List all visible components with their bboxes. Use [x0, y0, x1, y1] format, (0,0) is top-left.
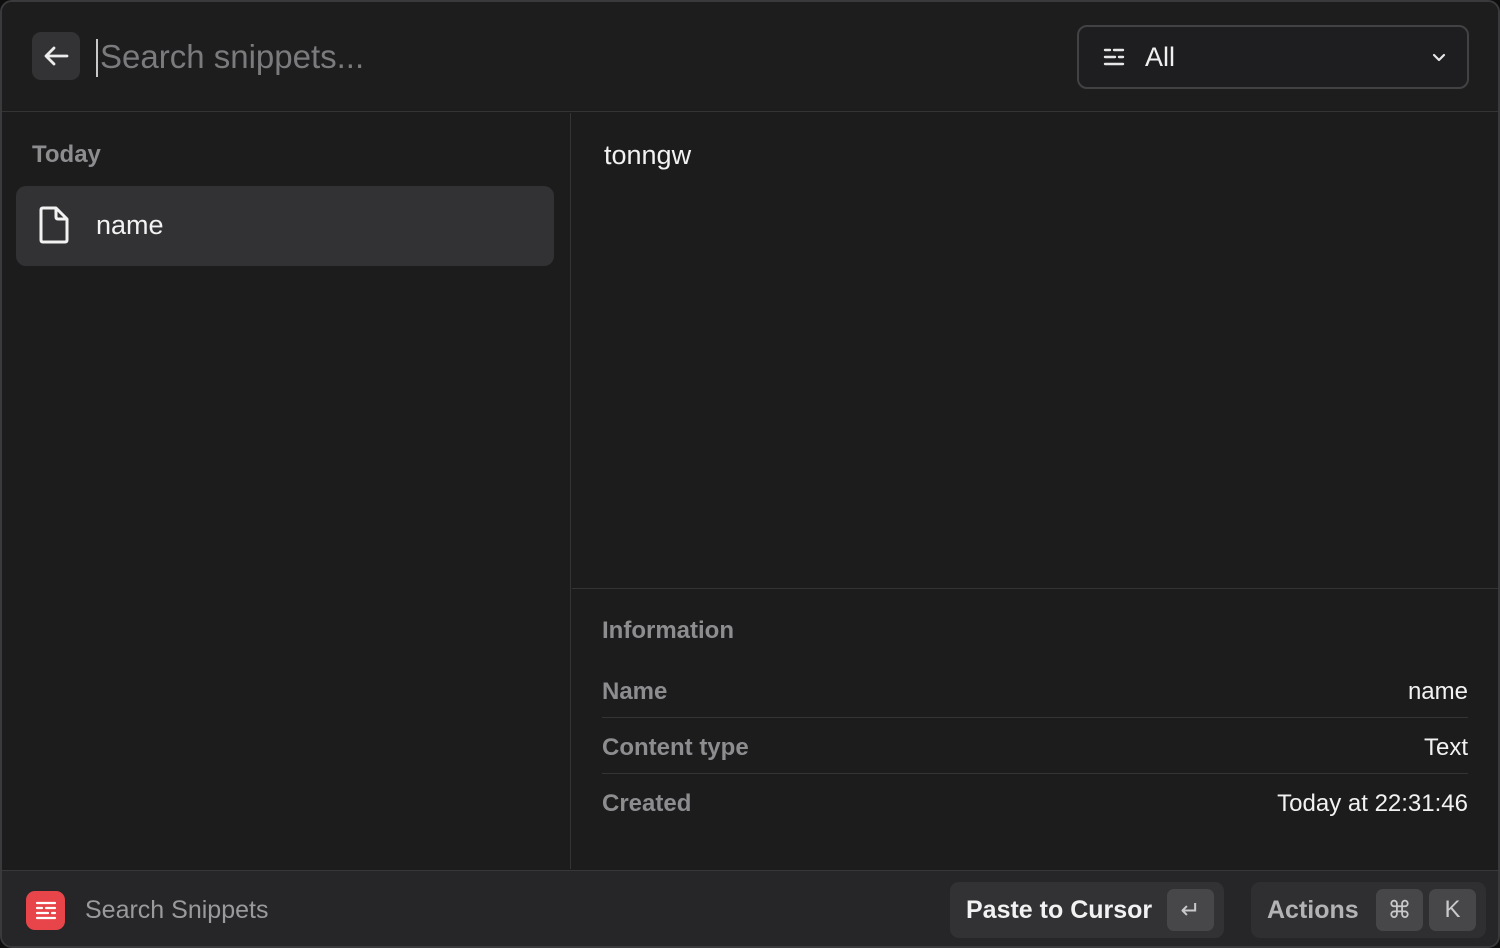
back-button[interactable] [32, 32, 80, 80]
search-input[interactable] [100, 36, 980, 78]
search-field[interactable] [96, 36, 996, 78]
info-row-name: Name name [602, 662, 1468, 718]
info-row-content-type: Content type Text [602, 718, 1468, 774]
snippets-icon [35, 901, 56, 919]
info-key: Content type [602, 734, 749, 761]
filter-dropdown[interactable]: All [1077, 25, 1469, 89]
info-row-created: Created Today at 22:31:46 [602, 774, 1468, 830]
filter-icon [1103, 48, 1125, 66]
info-key: Created [602, 790, 692, 817]
primary-action-label: Paste to Cursor [966, 896, 1153, 924]
actions-button[interactable]: Actions ⌘ K [1251, 882, 1486, 938]
text-caret [96, 39, 98, 77]
document-icon [39, 206, 69, 244]
command-key-hint: ⌘ [1376, 889, 1423, 931]
snippet-preview: tonngw [604, 140, 692, 170]
info-value: Today at 22:31:46 [1277, 790, 1468, 817]
snippet-list: Today name [2, 113, 571, 869]
action-bar: Search Snippets Paste to Cursor ↵ Action… [2, 870, 1498, 946]
chevron-down-icon [1432, 53, 1446, 62]
information-panel: Information Name name Content type Text … [572, 588, 1498, 869]
info-value: Text [1423, 734, 1468, 761]
info-value: name [1407, 678, 1468, 705]
snippets-app-icon [26, 891, 65, 930]
app-name: Search Snippets [85, 896, 269, 924]
list-item[interactable]: name [16, 186, 554, 266]
arrow-left-icon [44, 46, 69, 66]
return-key-hint: ↵ [1167, 889, 1214, 931]
info-key: Name [602, 678, 668, 705]
section-title-today: Today [32, 141, 101, 168]
snippets-window: All Today name tonngw Information Name n… [0, 0, 1500, 948]
k-key-hint: K [1429, 889, 1476, 931]
list-item-label: name [96, 210, 164, 240]
filter-label: All [1145, 42, 1176, 72]
paste-to-cursor-button[interactable]: Paste to Cursor ↵ [950, 882, 1224, 938]
information-title: Information [602, 617, 734, 644]
actions-label: Actions [1267, 896, 1359, 924]
search-header: All [2, 2, 1498, 112]
